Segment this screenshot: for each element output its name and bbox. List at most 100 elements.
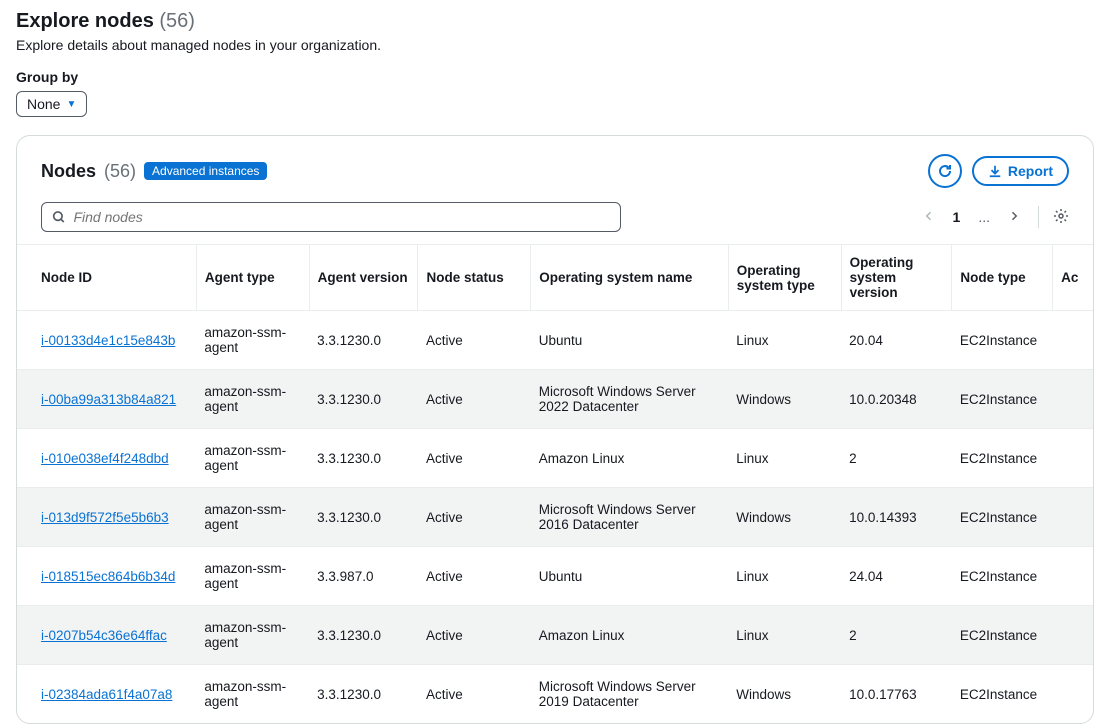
cell-agent-version: 3.3.987.0 [309,547,418,606]
cell-agent-type: amazon-ssm-agent [196,665,309,724]
cell-os-type: Windows [728,370,841,429]
page-prev[interactable] [919,207,939,227]
node-id-link[interactable]: i-02384ada61f4a07a8 [41,687,172,702]
cell-agent-type: amazon-ssm-agent [196,488,309,547]
group-by-value: None [27,96,60,112]
col-os-version[interactable]: Operating system version [841,245,952,311]
cell-os-type: Linux [728,311,841,370]
group-by-label: Group by [16,69,1094,85]
cell-os-name: Microsoft Windows Server 2016 Datacenter [531,488,728,547]
cell-agent-version: 3.3.1230.0 [309,311,418,370]
col-agent-type[interactable]: Agent type [196,245,309,311]
cell-node-type: EC2Instance [952,665,1053,724]
report-button[interactable]: Report [972,156,1069,186]
col-agent-version[interactable]: Agent version [309,245,418,311]
cell-agent-type: amazon-ssm-agent [196,429,309,488]
cell-agent-version: 3.3.1230.0 [309,488,418,547]
col-os-name[interactable]: Operating system name [531,245,728,311]
chevron-left-icon [923,210,935,222]
cell-node-type: EC2Instance [952,488,1053,547]
cell-status: Active [418,429,531,488]
cell-agent-type: amazon-ssm-agent [196,547,309,606]
cell-node-type: EC2Instance [952,311,1053,370]
cell-os-version: 10.0.20348 [841,370,952,429]
table-row: i-02384ada61f4a07a8 amazon-ssm-agent3.3.1… [17,665,1093,724]
chevron-right-icon [1008,210,1020,222]
cell-os-version: 10.0.14393 [841,488,952,547]
page-subtitle: Explore details about managed nodes in y… [16,37,1094,53]
cell-status: Active [418,606,531,665]
node-id-link[interactable]: i-0207b54c36e64ffac [41,628,167,643]
cell-os-version: 2 [841,429,952,488]
advanced-instances-badge[interactable]: Advanced instances [144,162,267,180]
cell-os-version: 24.04 [841,547,952,606]
report-label: Report [1008,163,1053,179]
gear-icon [1053,208,1069,224]
cell-status: Active [418,665,531,724]
cell-os-version: 10.0.17763 [841,665,952,724]
col-node-id[interactable]: Node ID [17,245,196,311]
col-ac[interactable]: Ac [1053,245,1093,311]
divider [1038,206,1039,228]
download-icon [988,164,1002,178]
nodes-table: Node ID Agent type Agent version Node st… [17,244,1093,723]
nodes-panel: Nodes (56) Advanced instances Report [16,135,1094,724]
table-row: i-00ba99a313b84a821 amazon-ssm-agent3.3.1… [17,370,1093,429]
cell-os-name: Ubuntu [531,547,728,606]
cell-os-type: Linux [728,429,841,488]
cell-agent-version: 3.3.1230.0 [309,370,418,429]
panel-title-text: Nodes [41,161,96,182]
table-row: i-00133d4e1c15e843bamazon-ssm-agent3.3.1… [17,311,1093,370]
cell-ac [1053,370,1093,429]
col-node-type[interactable]: Node type [952,245,1053,311]
cell-agent-version: 3.3.1230.0 [309,665,418,724]
node-id-link[interactable]: i-013d9f572f5e5b6b3 [41,510,169,525]
cell-ac [1053,547,1093,606]
group-by-select[interactable]: None ▼ [16,91,87,117]
page-current[interactable]: 1 [949,207,965,227]
cell-node-type: EC2Instance [952,606,1053,665]
page-title-text: Explore nodes [16,10,154,32]
settings-button[interactable] [1053,208,1069,227]
chevron-down-icon: ▼ [66,99,76,110]
cell-status: Active [418,370,531,429]
refresh-button[interactable] [928,154,962,188]
cell-ac [1053,429,1093,488]
cell-os-name: Amazon Linux [531,606,728,665]
node-id-link[interactable]: i-018515ec864b6b34d [41,569,175,584]
search-box[interactable] [41,202,621,232]
cell-agent-version: 3.3.1230.0 [309,429,418,488]
cell-agent-type: amazon-ssm-agent [196,370,309,429]
pagination: 1 ... [919,206,1069,228]
col-node-status[interactable]: Node status [418,245,531,311]
cell-agent-version: 3.3.1230.0 [309,606,418,665]
cell-os-name: Ubuntu [531,311,728,370]
col-os-type[interactable]: Operating system type [728,245,841,311]
cell-os-name: Amazon Linux [531,429,728,488]
cell-node-type: EC2Instance [952,547,1053,606]
cell-ac [1053,488,1093,547]
node-id-link[interactable]: i-00ba99a313b84a821 [41,392,176,407]
cell-os-version: 20.04 [841,311,952,370]
page-next[interactable] [1004,207,1024,227]
panel-title: Nodes (56) Advanced instances [41,161,267,182]
search-input[interactable] [73,209,610,225]
cell-os-version: 2 [841,606,952,665]
page-ellipsis: ... [974,207,994,227]
table-row: i-010e038ef4f248dbd amazon-ssm-agent3.3.1… [17,429,1093,488]
node-id-link[interactable]: i-00133d4e1c15e843b [41,333,175,348]
cell-os-type: Linux [728,606,841,665]
cell-ac [1053,311,1093,370]
node-id-link[interactable]: i-010e038ef4f248dbd [41,451,169,466]
table-row: i-013d9f572f5e5b6b3 amazon-ssm-agent3.3.1… [17,488,1093,547]
cell-os-name: Microsoft Windows Server 2019 Datacenter [531,665,728,724]
cell-node-type: EC2Instance [952,429,1053,488]
cell-node-type: EC2Instance [952,370,1053,429]
page-title-count: (56) [159,10,195,32]
cell-os-type: Windows [728,665,841,724]
table-row: i-0207b54c36e64ffac amazon-ssm-agent3.3.1… [17,606,1093,665]
cell-status: Active [418,547,531,606]
cell-agent-type: amazon-ssm-agent [196,606,309,665]
panel-title-count: (56) [104,161,136,182]
cell-os-type: Linux [728,547,841,606]
